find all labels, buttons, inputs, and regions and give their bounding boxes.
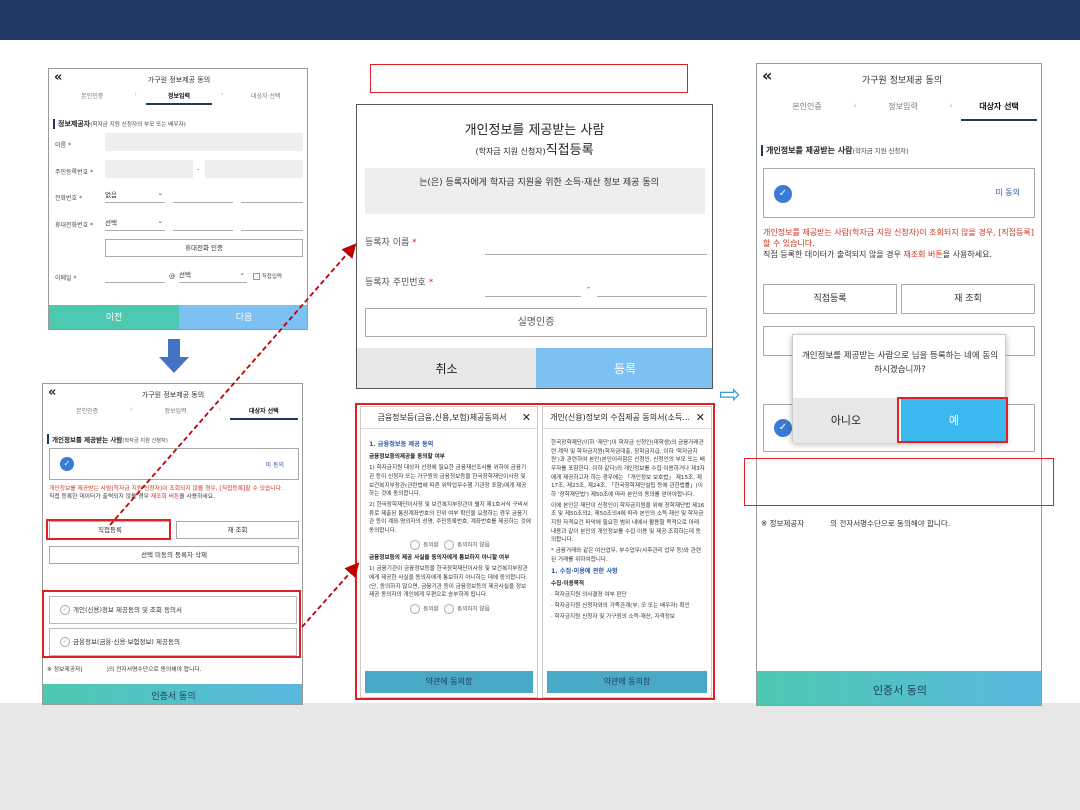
connector-arrows	[109, 243, 360, 628]
dashed-arrow-to-register	[109, 243, 357, 526]
dashed-arrow-to-documents	[301, 562, 360, 628]
